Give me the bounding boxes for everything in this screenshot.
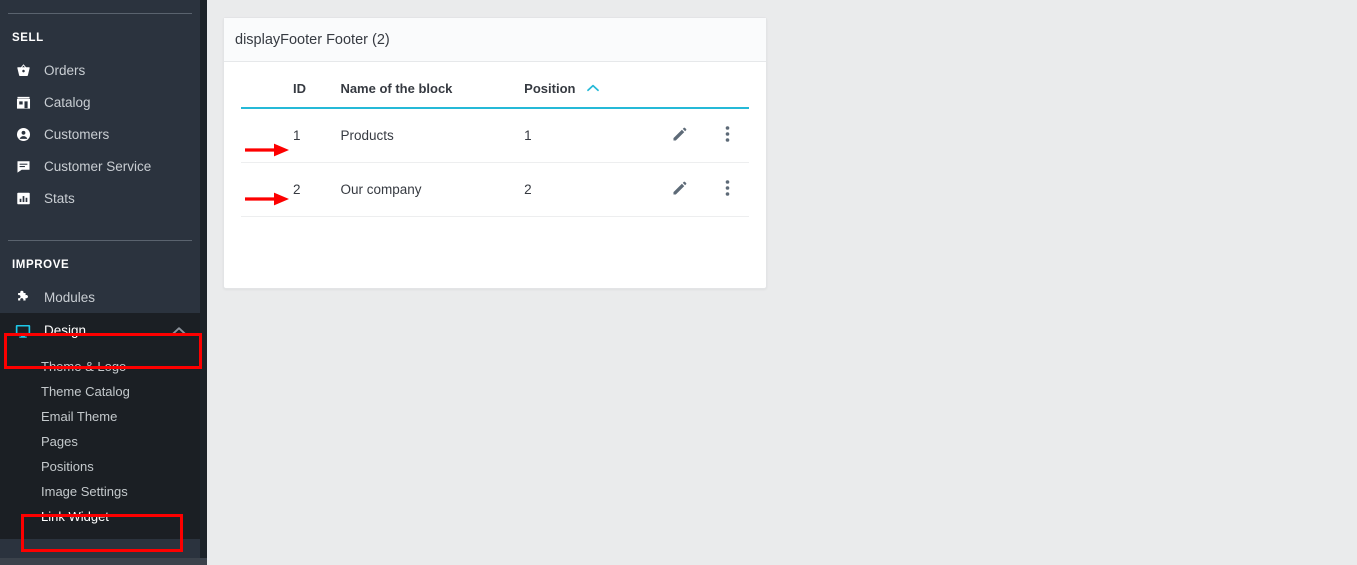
sidebar-item-label: Stats (44, 191, 75, 206)
card-title: displayFooter Footer (2) (235, 32, 390, 48)
design-submenu: Theme & Logo Theme Catalog Email Theme P… (0, 348, 200, 539)
sidebar-item-customer-service[interactable]: Customer Service (0, 150, 200, 182)
kebab-menu-icon[interactable] (725, 179, 730, 197)
speech-bubble-icon (12, 156, 34, 176)
puzzle-icon (12, 287, 34, 307)
cell-id: 2 (241, 163, 340, 217)
column-header-position[interactable]: Position (524, 62, 654, 108)
sidebar-item-label: Catalog (44, 95, 91, 110)
cell-id: 1 (241, 108, 340, 163)
person-circle-icon (12, 124, 34, 144)
sidebar-scrollbar-track[interactable] (200, 0, 207, 558)
sidebar-item-label: Customer Service (44, 159, 151, 174)
cell-actions (706, 163, 749, 217)
sidebar-item-label: Modules (44, 290, 95, 305)
monitor-icon (12, 321, 34, 341)
edit-pencil-icon[interactable] (671, 126, 688, 143)
column-header-actions (706, 62, 749, 108)
sort-ascending-icon[interactable] (587, 80, 599, 95)
sidebar-subitem-positions[interactable]: Positions (0, 454, 200, 479)
chevron-up-icon[interactable] (172, 323, 186, 338)
store-icon (12, 92, 34, 112)
kebab-menu-icon[interactable] (725, 125, 730, 143)
cell-actions (706, 108, 749, 163)
sidebar-subitem-pages[interactable]: Pages (0, 429, 200, 454)
card-body: ID Name of the block Position (224, 62, 766, 217)
column-header-position-label: Position (524, 81, 575, 96)
blocks-card: displayFooter Footer (2) ID Name of the … (223, 17, 767, 289)
sidebar-horizontal-scrollbar[interactable] (0, 558, 207, 565)
bar-chart-icon (12, 188, 34, 208)
basket-icon (12, 60, 34, 80)
sidebar-section-title-improve: IMPROVE (0, 241, 200, 281)
blocks-table: ID Name of the block Position (241, 62, 749, 217)
sidebar-item-catalog[interactable]: Catalog (0, 86, 200, 118)
main-content: displayFooter Footer (2) ID Name of the … (207, 0, 1357, 565)
table-header-row: ID Name of the block Position (241, 62, 749, 108)
sidebar-item-orders[interactable]: Orders (0, 54, 200, 86)
edit-pencil-icon[interactable] (671, 180, 688, 197)
column-header-id[interactable]: ID (241, 62, 340, 108)
sidebar: SELL Orders Catalog (0, 0, 207, 565)
sidebar-scroll-area[interactable]: SELL Orders Catalog (0, 0, 200, 558)
sidebar-item-label: Design (44, 323, 86, 338)
cell-position: 1 (524, 108, 654, 163)
cell-edit (654, 163, 706, 217)
sidebar-item-customers[interactable]: Customers (0, 118, 200, 150)
column-header-edit (654, 62, 706, 108)
sidebar-subitem-theme-catalog[interactable]: Theme Catalog (0, 379, 200, 404)
sidebar-subitem-image-settings[interactable]: Image Settings (0, 479, 200, 504)
table-row[interactable]: 1 Products 1 (241, 108, 749, 163)
sidebar-item-stats[interactable]: Stats (0, 182, 200, 214)
cell-position: 2 (524, 163, 654, 217)
table-row[interactable]: 2 Our company 2 (241, 163, 749, 217)
sidebar-subitem-theme-logo[interactable]: Theme & Logo (0, 354, 200, 379)
sidebar-section-title-sell: SELL (0, 14, 200, 54)
card-header: displayFooter Footer (2) (224, 18, 766, 62)
sidebar-item-label: Customers (44, 127, 109, 142)
sidebar-item-design[interactable]: Design (0, 313, 200, 348)
cell-name: Our company (340, 163, 524, 217)
sidebar-subitem-link-widget[interactable]: Link Widget (0, 504, 200, 529)
cell-name: Products (340, 108, 524, 163)
cell-edit (654, 108, 706, 163)
sidebar-item-label: Orders (44, 63, 85, 78)
sidebar-item-modules[interactable]: Modules (0, 281, 200, 313)
column-header-name[interactable]: Name of the block (340, 62, 524, 108)
sidebar-subitem-email-theme[interactable]: Email Theme (0, 404, 200, 429)
